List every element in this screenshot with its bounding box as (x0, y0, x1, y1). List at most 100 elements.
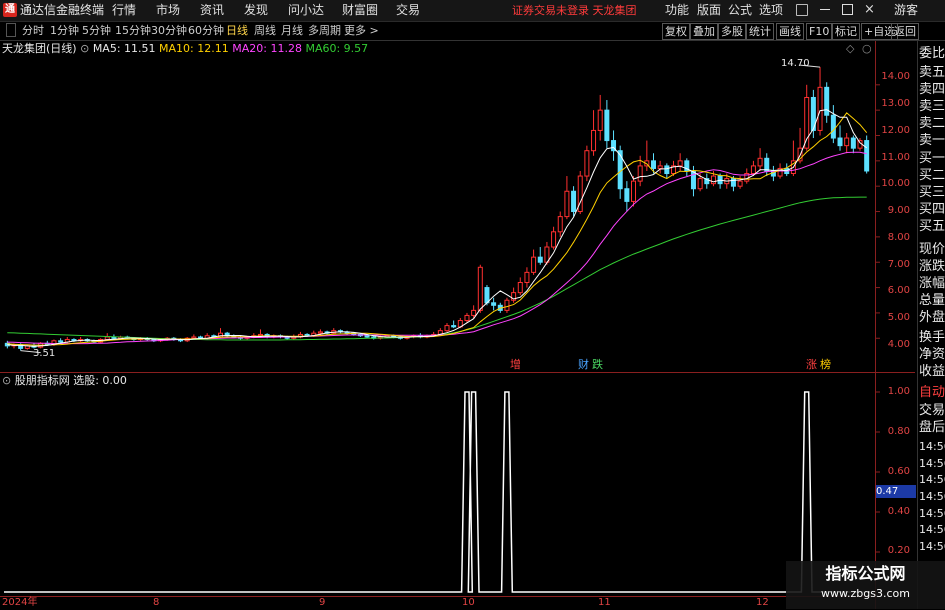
indicator-header: ⊙ 股朋指标网 选股: 0.00 (0, 373, 127, 389)
y-tick: 9.00 (887, 205, 910, 216)
price-chart[interactable] (0, 0, 945, 609)
ind-y-tick: 0.40 (887, 506, 910, 517)
y-tick: 14.00 (881, 71, 910, 82)
time-label: 14:56 (919, 457, 945, 470)
indicator-title[interactable]: 股朋指标网 (15, 374, 70, 387)
candle-body (664, 165, 670, 175)
ma10-line (7, 112, 868, 346)
side-label[interactable]: 盘后 (919, 420, 945, 436)
candle-body (597, 109, 603, 131)
ind-y-tick: 0.20 (887, 545, 910, 556)
y-tick: 7.00 (887, 259, 910, 270)
y-tick: 10.00 (881, 178, 910, 189)
candle-body (477, 266, 483, 311)
candle-body (757, 157, 763, 167)
side-label[interactable]: 买一 (919, 151, 945, 167)
candle-body (464, 314, 470, 322)
time-label: 14:56 (919, 490, 945, 503)
candle-body (471, 309, 477, 316)
signal-line (4, 391, 870, 593)
side-label[interactable]: 卖五 (919, 65, 945, 81)
event-marker-bang[interactable]: 榜 (820, 358, 831, 371)
side-label[interactable]: 交易 (919, 403, 945, 419)
time-label: 14:56 (919, 507, 945, 520)
candle-body (504, 299, 510, 311)
event-marker-die[interactable]: 跌 (592, 358, 603, 371)
x-tick: 2024年 (2, 597, 38, 608)
time-label: 14:56 (919, 473, 945, 486)
candle-body (317, 331, 323, 334)
candle-body (651, 160, 656, 169)
candle-body (864, 140, 870, 172)
side-label[interactable]: 总量 (919, 293, 945, 309)
side-label[interactable]: 买二 (919, 168, 945, 184)
candle-body (444, 325, 450, 332)
side-label[interactable]: 涨幅 (919, 276, 945, 292)
candle-body (537, 256, 543, 263)
candle-body (58, 340, 64, 343)
candle-body (750, 165, 756, 175)
event-marker-zeng[interactable]: 增 (510, 358, 521, 371)
candle-body (551, 231, 557, 248)
y-tick: 8.00 (887, 232, 910, 243)
side-label[interactable]: 买三 (919, 185, 945, 201)
candle-body (817, 86, 823, 131)
side-label[interactable]: 收益 (919, 364, 945, 380)
candle-body (191, 336, 197, 339)
side-label[interactable]: 委比 (919, 46, 945, 62)
side-label[interactable]: 净资 (919, 347, 945, 363)
candle-body (764, 157, 770, 172)
candle-body (844, 137, 850, 147)
event-marker-cai[interactable]: 财 (578, 358, 589, 371)
axis-divider (875, 41, 876, 609)
side-label[interactable]: 涨跌 (919, 259, 945, 275)
candle-body (657, 165, 663, 169)
date-axis (0, 596, 875, 610)
x-tick: 11 (598, 597, 611, 608)
candle-body (531, 256, 537, 273)
panel-divider[interactable] (0, 372, 915, 373)
candle-body (364, 335, 370, 338)
candle-body (451, 325, 457, 328)
side-label[interactable]: 现价 (919, 242, 945, 258)
candle-body (517, 282, 523, 294)
y-tick: 13.00 (881, 98, 910, 109)
side-label[interactable]: 卖一 (919, 133, 945, 149)
side-label[interactable]: 换手 (919, 330, 945, 346)
ind-y-tick: 0.80 (887, 426, 910, 437)
candle-body (104, 336, 110, 341)
candle-body (837, 137, 843, 147)
y-tick: 4.00 (887, 339, 910, 350)
x-tick: 10 (462, 597, 475, 608)
candle-body (491, 302, 497, 306)
side-label[interactable]: 外盘 (919, 310, 945, 326)
watermark-url: www.zbgs3.com (821, 587, 910, 600)
auto-trade-tab[interactable]: 自动 (919, 385, 945, 401)
y-tick: 5.00 (887, 312, 910, 323)
low-price-marker: 3.51 (33, 348, 56, 359)
ind-y-tick: 1.00 (887, 386, 910, 397)
indicator-dropdown-icon[interactable]: ⊙ (2, 374, 11, 387)
candle-body (637, 165, 643, 182)
candle-body (677, 160, 683, 167)
candle-body (604, 109, 610, 142)
high-price-marker: 14.70 (781, 58, 810, 69)
candle-body (710, 175, 716, 185)
side-label[interactable]: 卖二 (919, 116, 945, 132)
y-tick: 6.00 (887, 285, 910, 296)
candle-body (591, 129, 597, 152)
current-value-badge: 0.47 (876, 485, 916, 498)
ind-y-tick: 0.60 (887, 466, 910, 477)
side-label[interactable]: 卖三 (919, 99, 945, 115)
ma60-line (7, 196, 867, 341)
y-tick: 11.00 (881, 152, 910, 163)
event-marker-zhang[interactable]: 涨 (806, 358, 817, 371)
x-tick: 12 (756, 597, 769, 608)
candle-body (804, 96, 810, 149)
side-label[interactable]: 卖四 (919, 82, 945, 98)
watermark-title: 指标公式网 (825, 564, 906, 583)
candle-body (850, 137, 856, 149)
side-label[interactable]: 买五 (919, 219, 945, 235)
side-label[interactable]: 买四 (919, 202, 945, 218)
x-tick: 8 (153, 597, 160, 608)
